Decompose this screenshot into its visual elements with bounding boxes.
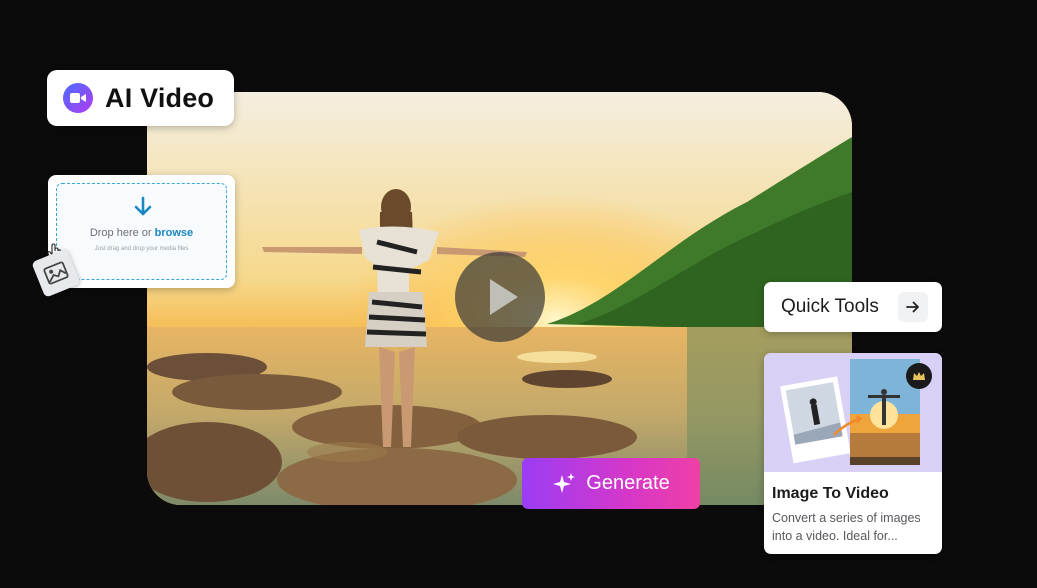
file-dropzone[interactable]: Drop here or browse Just drag and drop y… [56, 183, 227, 280]
image-file-icon [43, 261, 69, 285]
arrow-right-icon [898, 292, 928, 322]
sparkle-icon [553, 472, 576, 493]
quick-tools-label: Quick Tools [781, 296, 879, 317]
drop-hint: Just drag and drop your media files [94, 246, 189, 252]
ai-video-badge: AI Video [47, 70, 234, 126]
drop-instructions: Drop here or browse [57, 227, 226, 239]
app-title: AI Video [105, 82, 215, 113]
feature-thumbnail [764, 353, 942, 472]
download-arrow-icon [134, 196, 152, 216]
generate-button[interactable]: Generate [522, 458, 700, 509]
play-button[interactable] [455, 252, 545, 342]
quick-tools-button[interactable]: Quick Tools [764, 282, 942, 332]
feature-card-title: Image To Video [772, 485, 889, 502]
feature-card-description: Convert a series of images into a video.… [772, 511, 921, 543]
generate-label: Generate [586, 472, 670, 494]
image-to-video-card[interactable]: Image To Video Convert a series of image… [764, 353, 942, 554]
drop-text: Drop here or [89, 227, 152, 239]
crown-icon [906, 363, 932, 389]
browse-link[interactable]: browse [155, 227, 194, 239]
video-camera-icon [63, 83, 93, 113]
video-preview [147, 92, 852, 505]
play-icon [490, 279, 518, 315]
